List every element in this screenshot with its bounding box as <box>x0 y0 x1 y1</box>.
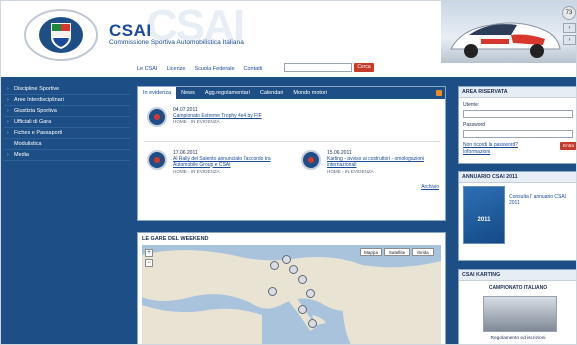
map-panel-title: LE GARE DEL WEEKEND <box>142 236 209 242</box>
nav-link-le-csai[interactable]: Le CSAI <box>137 66 157 72</box>
tab-mondo-motori[interactable]: Mondo motori <box>288 87 332 99</box>
news-title-link[interactable]: Karting - avviso ai costruttori - omolog… <box>327 156 445 168</box>
map-marker-icon[interactable] <box>306 289 315 298</box>
weekend-races-panel: LE GARE DEL WEEKEND + − Mappa Satellite … <box>137 232 446 344</box>
annuario-box: ANNUARIO CSAI 2011 2011 Consulta l' annu… <box>458 171 576 261</box>
news-item[interactable]: 15.06.2011 Karting - avviso ai costrutto… <box>301 150 441 176</box>
forgot-password-link[interactable]: Non ricordi la password? <box>463 142 518 148</box>
news-item[interactable]: 17.06.2011 Al Rally del Salento annuncia… <box>147 150 287 176</box>
chevron-right-icon: › <box>7 130 9 136</box>
chevron-right-icon: › <box>7 119 9 125</box>
zoom-out-button[interactable]: − <box>145 259 153 267</box>
sidebar-menu: › Discipline Sportive › Aree Interdiscipli… <box>4 84 130 161</box>
sidebar-item-modulistica[interactable]: Modulistica <box>4 139 130 150</box>
map-marker-icon[interactable] <box>268 287 277 296</box>
nav-link-scuola-federale[interactable]: Scuola Federale <box>194 66 234 72</box>
chevron-right-icon: › <box>7 152 9 158</box>
csai-badge-icon <box>147 150 167 170</box>
sidebar-item-label: Fiches e Passaporti <box>14 130 63 136</box>
zoom-in-button[interactable]: + <box>145 249 153 257</box>
search-input[interactable] <box>284 63 352 72</box>
news-item[interactable]: 04.07.2011 Campionato Extreme Trophy 4x4… <box>147 107 287 133</box>
brand-name: CSAI <box>109 21 152 40</box>
site-header: CSAI CSAI Commissione Sportiva Automobil… <box>1 1 576 63</box>
tab-in-evidenza[interactable]: In evidenza <box>138 87 177 99</box>
header-banner: 73 ‹ › <box>441 1 576 63</box>
divider <box>144 141 440 142</box>
tab-agg-regolamentari[interactable]: Agg.regolamentari <box>200 87 255 99</box>
sidebar-item-giustizia-sportiva[interactable]: › Giustizia Sportiva <box>4 106 130 117</box>
rss-icon[interactable] <box>436 90 442 96</box>
nav-link-contatti[interactable]: Contatti <box>244 66 263 72</box>
sidebar-item-fiches-e-passaporti[interactable]: › Fiches e Passaporti <box>4 128 130 139</box>
search-button[interactable]: Cerca <box>354 63 374 72</box>
top-nav: Le CSAI Licenze Scuola Federale Contatti <box>137 64 271 74</box>
race-car-image <box>450 22 561 58</box>
news-tabs: In evidenza News Agg.regolamentari Calen… <box>138 87 445 99</box>
banner-prev-button[interactable]: ‹ <box>563 23 576 33</box>
map-marker-icon[interactable] <box>270 261 279 270</box>
banner-number: 73 <box>562 6 576 20</box>
karting-box: CSAI KARTING CAMPIONATO ITALIANO Regolam… <box>458 269 576 344</box>
sidebar-item-label: Media <box>14 152 29 158</box>
news-category: HOME - IN EVIDENZA <box>173 119 220 124</box>
races-map[interactable]: + − Mappa Satellite Ibrida <box>142 245 441 344</box>
annuario-cover-year: 2011 <box>477 217 491 223</box>
tab-news[interactable]: News <box>176 87 200 99</box>
news-title-link[interactable]: Al Rally del Salento annunciato l'accord… <box>173 156 291 168</box>
login-box-title: AREA RISERVATA <box>459 87 576 98</box>
news-panel: In evidenza News Agg.regolamentari Calen… <box>137 86 446 221</box>
sidebar-item-discipline-sportive[interactable]: › Discipline Sportive <box>4 84 130 95</box>
karting-title: CSAI KARTING <box>459 270 576 281</box>
banner-next-button[interactable]: › <box>563 35 576 45</box>
csai-badge-icon <box>301 150 321 170</box>
username-input[interactable] <box>463 110 573 118</box>
login-button[interactable]: Entra <box>560 142 576 150</box>
csai-badge-icon <box>147 107 167 127</box>
user-label: Utente: <box>463 102 480 108</box>
sidebar-item-media[interactable]: › Media <box>4 150 130 161</box>
map-marker-icon[interactable] <box>298 305 307 314</box>
informazioni-link[interactable]: Informazioni <box>463 149 490 155</box>
brand-subtitle: Commissione Sportiva Automobilistica Ita… <box>109 39 244 46</box>
sidebar-item-label: Modulistica <box>14 141 42 147</box>
login-box: AREA RISERVATA Utente: Password Non rico… <box>458 86 576 164</box>
map-marker-icon[interactable] <box>308 319 317 328</box>
sidebar-item-label: Giustizia Sportiva <box>14 108 57 114</box>
annuario-link[interactable]: Consulta l' annuario CSAI 2011 <box>509 194 575 206</box>
map-type-satellite-button[interactable]: Satellite <box>384 248 410 256</box>
map-type-mappa-button[interactable]: Mappa <box>360 248 382 256</box>
karting-heading: CAMPIONATO ITALIANO <box>488 285 548 291</box>
sidebar-item-aree-interdisciplinari[interactable]: › Aree Interdisciplinari <box>4 95 130 106</box>
map-terrain <box>142 245 441 344</box>
sidebar-item-ufficiali-di-gara[interactable]: › Ufficiali di Gara <box>4 117 130 128</box>
karting-footer-text: Regolamento ed iscrizioni <box>490 336 546 341</box>
password-label: Password <box>463 122 485 128</box>
map-marker-icon[interactable] <box>282 255 291 264</box>
chevron-right-icon: › <box>7 86 9 92</box>
archivio-link[interactable]: Archivio <box>421 184 439 190</box>
news-category: HOME - IN EVIDENZA <box>173 169 220 174</box>
chevron-right-icon: › <box>7 97 9 103</box>
karting-image[interactable] <box>483 296 557 332</box>
map-type-ibrida-button[interactable]: Ibrida <box>412 248 434 256</box>
sidebar-item-label: Ufficiali di Gara <box>14 119 52 125</box>
tab-calendari[interactable]: Calendari <box>255 87 289 99</box>
news-category: HOME - IN EVIDENZA <box>327 169 374 174</box>
password-input[interactable] <box>463 130 573 138</box>
annuario-cover-image[interactable]: 2011 <box>463 186 505 244</box>
map-marker-icon[interactable] <box>289 265 298 274</box>
annuario-title: ANNUARIO CSAI 2011 <box>459 172 576 183</box>
map-marker-icon[interactable] <box>298 275 307 284</box>
nav-link-licenze[interactable]: Licenze <box>166 66 185 72</box>
sidebar-item-label: Discipline Sportive <box>14 86 60 92</box>
csai-shield-logo[interactable] <box>23 9 99 61</box>
sidebar-item-label: Aree Interdisciplinari <box>14 97 64 103</box>
chevron-right-icon: › <box>7 108 9 114</box>
csai-homepage: CSAI CSAI Commissione Sportiva Automobil… <box>0 0 577 345</box>
